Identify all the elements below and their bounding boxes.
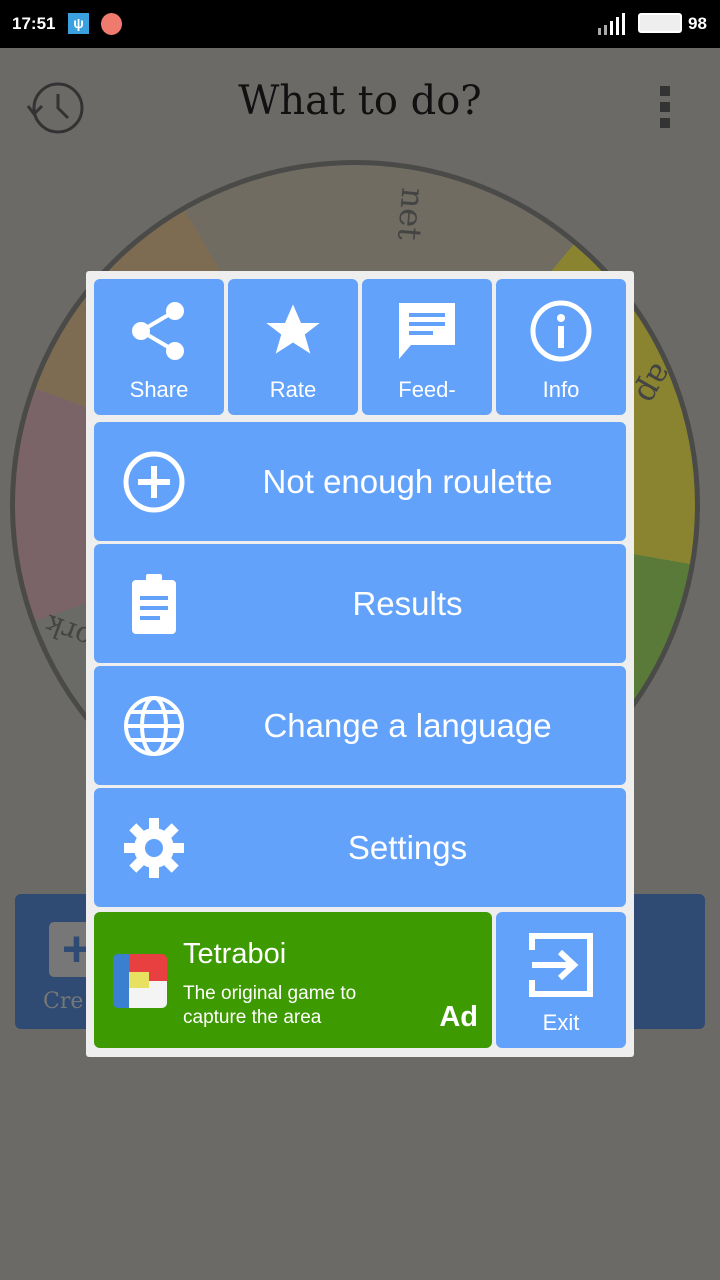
create-label: Cre xyxy=(43,989,84,1014)
clipboard-icon xyxy=(132,574,176,634)
change-language-button[interactable]: Change a language xyxy=(94,666,626,785)
share-icon xyxy=(132,302,184,360)
info-icon xyxy=(530,300,592,362)
rate-button[interactable]: Rate xyxy=(228,279,358,415)
clock: 17:51 xyxy=(12,14,56,33)
gear-icon xyxy=(124,818,184,878)
signal-icon xyxy=(598,13,625,35)
wheel-label: net xyxy=(389,186,433,242)
more-vert-icon[interactable] xyxy=(658,86,674,132)
battery-icon xyxy=(638,13,682,33)
android-debug-icon xyxy=(101,13,122,35)
ad-description: The original game to capture the area xyxy=(183,983,357,1028)
feedback-button[interactable]: Feed- xyxy=(362,279,492,415)
add-circle-icon xyxy=(123,451,185,513)
ad-badge: Ad xyxy=(439,1001,478,1033)
not-enough-roulette-button[interactable]: Not enough roulette xyxy=(94,422,626,541)
globe-icon xyxy=(124,696,184,756)
star-icon xyxy=(266,304,320,354)
menu-dialog: Share Rate Feed- Info Not enough roulett… xyxy=(86,271,634,1057)
app-icon xyxy=(113,954,167,1008)
exit-button[interactable]: Exit xyxy=(496,912,626,1048)
exit-icon xyxy=(529,933,593,997)
usb-icon: ψ xyxy=(68,13,89,34)
status-bar: 17:51 ψ 98 xyxy=(0,0,720,48)
ad-banner[interactable]: Tetraboi The original game to capture th… xyxy=(94,912,492,1048)
feedback-icon xyxy=(399,303,455,359)
page-title: What to do? xyxy=(238,78,482,124)
share-button[interactable]: Share xyxy=(94,279,224,415)
info-button[interactable]: Info xyxy=(496,279,626,415)
wheel-label: ap xyxy=(628,357,682,411)
results-button[interactable]: Results xyxy=(94,544,626,663)
settings-button[interactable]: Settings xyxy=(94,788,626,907)
ad-title: Tetraboi xyxy=(183,938,287,970)
battery-level: 98 xyxy=(688,14,707,33)
